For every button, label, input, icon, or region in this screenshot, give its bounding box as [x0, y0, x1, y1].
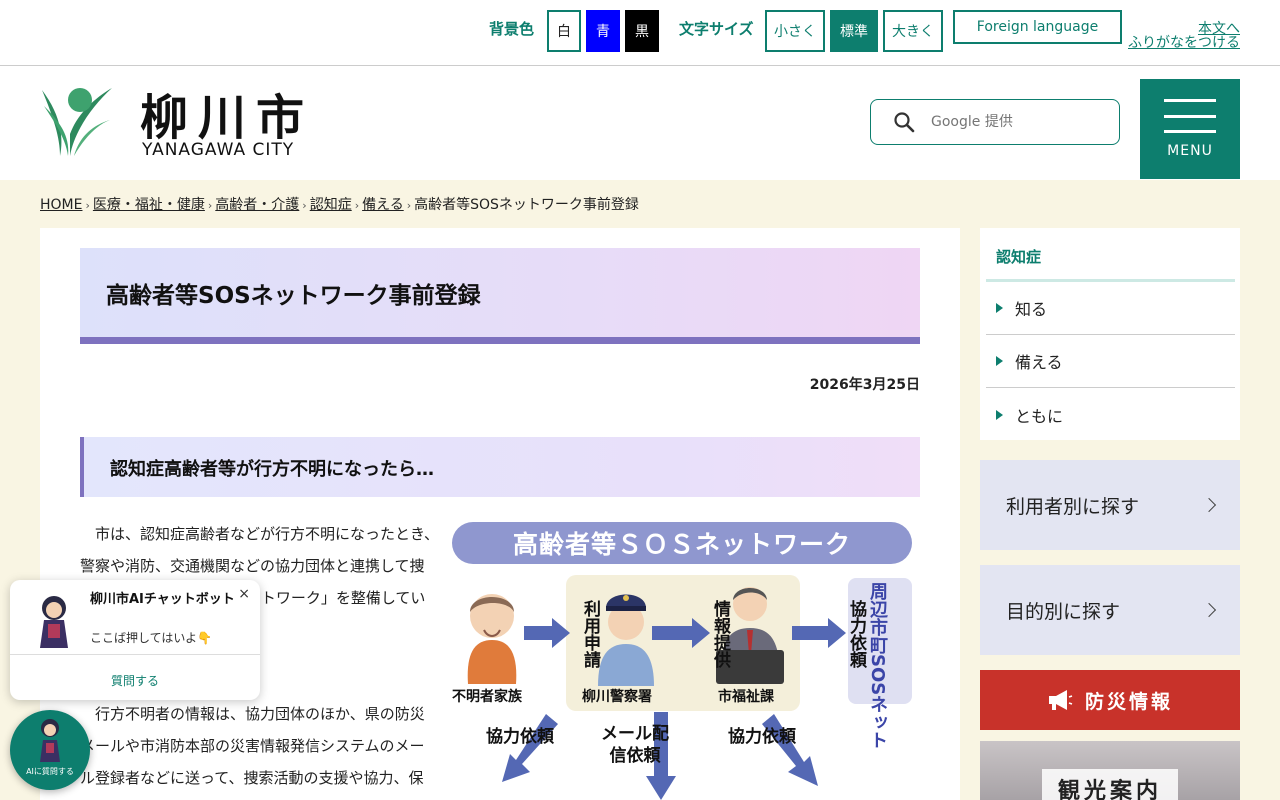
chevron-right-icon: [1201, 602, 1217, 618]
bg-color-label: 背景色: [489, 20, 535, 38]
foreign-language-button[interactable]: Foreign language: [953, 10, 1122, 44]
breadcrumb-prepare[interactable]: 備える: [362, 197, 404, 213]
bg-white-button[interactable]: 白: [547, 10, 581, 52]
search-by-purpose-button[interactable]: 目的別に探す: [980, 565, 1240, 655]
breadcrumb-home[interactable]: HOME: [40, 197, 82, 213]
breadcrumb-dementia[interactable]: 認知症: [310, 197, 352, 213]
chatbot-divider: [10, 654, 260, 655]
chevron-right-icon: [1201, 497, 1217, 513]
chatbot-avatar-icon: [40, 719, 60, 762]
chatbot-title: 柳川市AIチャットボット: [90, 592, 235, 607]
breadcrumb-medical[interactable]: 医療・福祉・健康: [93, 197, 205, 213]
sidebar-category-menu: 認知症 知る 備える ともに: [980, 228, 1240, 440]
info-paragraph: 行方不明者の情報は、協力団体のほか、県の防災 メールや市消防本部の災害情報発信シ…: [80, 705, 425, 787]
menu-label: MENU: [1167, 143, 1213, 159]
triangle-right-icon: [996, 303, 1003, 313]
bottom-left-label: 協力依頼: [486, 727, 554, 747]
chatbot-launcher-button[interactable]: AIに質問する: [10, 710, 90, 790]
sidebar-item-together[interactable]: ともに: [986, 388, 1235, 441]
chatbot-launcher-label: AIに質問する: [26, 767, 74, 776]
police-officer-icon: [598, 594, 654, 686]
bottom-right-label: 協力依頼: [728, 727, 796, 747]
family-person-icon: [467, 594, 517, 684]
font-small-button[interactable]: 小さく: [765, 10, 825, 52]
breadcrumb-current: 高齢者等SOSネットワーク事前登録: [414, 197, 639, 213]
chatbot-popup[interactable]: 柳川市AIチャットボット × ここば押してはいよ👇 質問する: [10, 580, 260, 700]
close-icon[interactable]: ×: [238, 586, 250, 602]
bg-black-button[interactable]: 黒: [625, 10, 659, 52]
sidebar-item-know[interactable]: 知る: [986, 282, 1235, 335]
section-heading-box: 認知症高齢者等が行方不明になったら…: [80, 437, 920, 497]
furigana-link[interactable]: ふりがなをつける: [1128, 32, 1240, 52]
font-size-label: 文字サイズ: [679, 20, 754, 38]
menu-button[interactable]: MENU: [1140, 79, 1240, 179]
logo-title: 柳川市: [140, 90, 315, 146]
section-heading: 認知症高齢者等が行方不明になったら…: [110, 459, 434, 480]
search-box: [870, 99, 1120, 145]
tourism-banner[interactable]: 観光案内: [980, 741, 1240, 800]
update-date: 2026年3月25日: [809, 377, 920, 393]
site-header: 柳川市 YANAGAWA CITY MENU: [0, 66, 1280, 180]
family-label: 不明者家族: [452, 689, 522, 705]
step-apply-label: 利用申請: [580, 600, 600, 668]
step-info-label: 情報提供: [710, 600, 730, 668]
bottom-mid-label: メール配信依頼: [601, 724, 669, 766]
arrow-right-icon: [652, 618, 710, 648]
side-network-label: 周辺市町SOSネット: [867, 582, 888, 750]
breadcrumb: HOME › 医療・福祉・健康 › 高齢者・介護 › 認知症 › 備える › 高齢者等SOSネットワ…: [40, 197, 639, 213]
sidebar-item-prepare[interactable]: 備える: [986, 335, 1235, 388]
page-title: 高齢者等SOSネットワーク事前登録: [106, 283, 481, 309]
arrow-down-left-icon: [502, 714, 558, 782]
megaphone-icon: [1048, 690, 1073, 710]
utility-bar: 背景色 白 青 黒 文字サイズ 小さく 標準 大きく Foreign langu…: [0, 0, 1280, 66]
main-content: 高齢者等SOSネットワーク事前登録 2026年3月25日 認知症高齢者等が行方不…: [40, 228, 960, 800]
search-icon[interactable]: [893, 111, 915, 133]
search-by-user-button[interactable]: 利用者別に探す: [980, 460, 1240, 550]
bg-blue-button[interactable]: 青: [586, 10, 620, 52]
font-normal-button[interactable]: 標準: [830, 10, 878, 52]
chatbot-subtitle: ここば押してはいよ👇: [90, 631, 213, 645]
sidebar-title: 認知症: [996, 248, 1042, 266]
disaster-info-button[interactable]: 防災情報: [980, 670, 1240, 730]
chatbot-avatar-icon: [40, 596, 68, 648]
search-input[interactable]: [931, 114, 1111, 130]
police-label: 柳川警察署: [582, 689, 652, 705]
chatbot-ask-button[interactable]: 質問する: [10, 672, 260, 689]
triangle-right-icon: [996, 409, 1003, 420]
triangle-right-icon: [996, 356, 1003, 366]
tourism-label: 観光案内: [1042, 769, 1178, 800]
logo-subtitle: YANAGAWA CITY: [142, 140, 295, 160]
arrow-right-icon: [792, 618, 846, 648]
breadcrumb-elderly[interactable]: 高齢者・介護: [215, 197, 299, 213]
hamburger-icon: [1164, 99, 1216, 133]
step-request-label: 協力依頼: [846, 600, 866, 668]
yanagawa-logo-icon[interactable]: [40, 84, 114, 158]
arrow-right-icon: [524, 618, 570, 648]
diagram-banner: 高齢者等ＳＯＳネットワーク: [452, 522, 912, 564]
page-title-box: 高齢者等SOSネットワーク事前登録: [80, 248, 920, 344]
font-large-button[interactable]: 大きく: [883, 10, 943, 52]
welfare-label: 市福祉課: [718, 689, 774, 705]
sos-network-diagram: 高齢者等ＳＯＳネットワーク 利用申請 情報提供 協力依頼 周辺市町SOSネット …: [452, 518, 914, 800]
